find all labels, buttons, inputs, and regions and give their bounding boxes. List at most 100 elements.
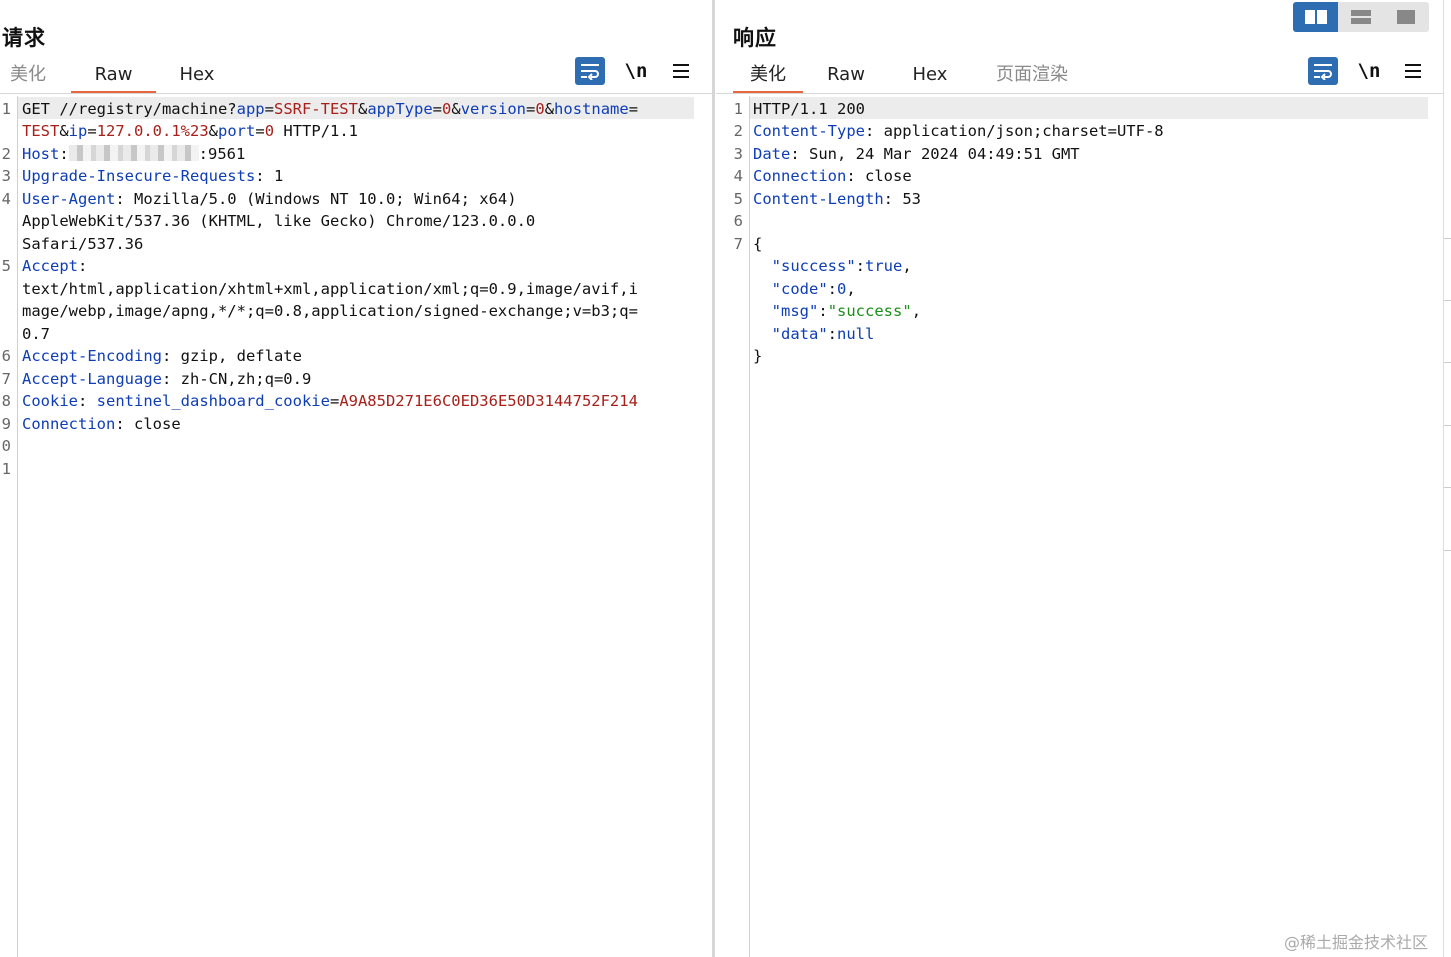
pane-divider[interactable] <box>712 0 715 957</box>
tab-render[interactable]: 页面渲染 <box>989 62 1075 94</box>
line-number: 5 <box>1 257 11 275</box>
split-horizontal-icon <box>1304 10 1327 24</box>
code-line: TEST&ip=127.0.0.1%23&port=0 HTTP/1.1 <box>22 120 692 143</box>
tab-underline <box>0 93 712 94</box>
code-token: mage/webp,image/apng,*/*;q=0.8,applicati… <box>22 302 638 320</box>
code-token: , <box>846 279 856 298</box>
code-token: "success" <box>827 302 912 320</box>
code-token: : Mozilla/5.0 (Windows NT 10.0; Win64; x… <box>115 189 517 208</box>
code-token: "data" <box>771 324 828 343</box>
code-token: , <box>911 302 922 320</box>
menu-button[interactable] <box>1398 57 1428 85</box>
line-number: 1 <box>1 99 11 118</box>
code-token: & <box>357 99 368 118</box>
code-token: 0.7 <box>22 324 50 343</box>
code-token: = <box>255 122 265 140</box>
code-token: = <box>264 99 274 118</box>
wrap-lines-icon <box>581 64 599 80</box>
split-vertical-button[interactable] <box>1338 2 1383 32</box>
code-token: : <box>59 144 69 163</box>
code-line: Accept-Encoding: gzip, deflate <box>22 345 692 368</box>
line-number: 3 <box>733 144 743 163</box>
split-horizontal-button[interactable] <box>1293 2 1339 32</box>
code-line: Date: Sun, 24 Mar 2024 04:49:51 GMT <box>753 143 1433 166</box>
code-line: { <box>753 233 1433 256</box>
code-line: "data":null <box>753 323 1433 346</box>
code-token: "success" <box>771 257 856 275</box>
single-pane-icon <box>1397 10 1416 24</box>
code-token: text/html,application/xhtml+xml,applicat… <box>22 279 638 298</box>
code-token: null <box>837 324 875 343</box>
response-editor[interactable]: 1 HTTP/1.1 200 2 Content-Type: application/… <box>716 96 1444 957</box>
request-editor[interactable]: 1 GET //registry/machine?app=SSRF-TEST&ap… <box>0 96 712 957</box>
single-pane-button[interactable] <box>1384 2 1429 32</box>
code-token: 0 <box>442 99 452 118</box>
code-token: AppleWebKit/537.36 (KHTML, like Gecko) C… <box>22 212 536 230</box>
watermark: @稀土掘金技术社区 <box>1284 933 1429 952</box>
hamburger-menu-icon <box>1405 64 1421 78</box>
line-number: 5 <box>733 189 743 208</box>
code-token: : <box>78 257 88 275</box>
code-token: port <box>218 122 256 140</box>
code-token: sentinel_dashboard_cookie <box>96 392 330 410</box>
wrap-lines-button[interactable] <box>1308 57 1338 85</box>
code-token: : close <box>846 167 912 185</box>
split-vertical-icon <box>1350 10 1371 24</box>
wrap-lines-icon <box>1314 64 1332 80</box>
code-token: Content-Length <box>753 189 884 208</box>
show-newlines-button[interactable]: \n <box>621 57 651 85</box>
code-token: version <box>460 99 527 118</box>
request-title: 请求 <box>2 26 46 50</box>
code-token: HTTP/1.1 <box>274 122 359 140</box>
code-line: Cookie: sentinel_dashboard_cookie=A9A85D… <box>22 390 692 413</box>
code-line: text/html,application/xhtml+xml,applicat… <box>22 278 692 301</box>
code-token: : Sun, 24 Mar 2024 04:49:51 GMT <box>790 144 1080 163</box>
redacted-host <box>68 144 199 161</box>
tab-hex[interactable]: Hex <box>907 62 953 94</box>
code-token: ip <box>68 122 88 140</box>
line-number: 0 <box>1 437 11 455</box>
code-token: = <box>432 99 442 118</box>
menu-button[interactable] <box>666 57 696 85</box>
line-number: 8 <box>1 392 11 410</box>
code-token: "msg" <box>771 302 819 320</box>
code-token: User-Agent <box>22 189 116 208</box>
code-token: true <box>865 257 903 275</box>
line-number: 7 <box>1 369 11 388</box>
code-token: Upgrade-Insecure-Requests <box>22 167 256 185</box>
tab-hex[interactable]: Hex <box>174 62 220 94</box>
wrap-lines-button[interactable] <box>575 57 605 85</box>
code-line: Safari/537.36 <box>22 233 692 256</box>
code-token: : application/json;charset=UTF-8 <box>864 122 1164 140</box>
code-token: & <box>544 99 555 118</box>
code-token: 0 <box>264 122 275 140</box>
code-token: app <box>236 99 265 118</box>
code-token: : <box>827 279 838 298</box>
code-token: : gzip, deflate <box>161 347 302 365</box>
code-token: Accept <box>22 257 78 275</box>
show-newlines-button[interactable]: \n <box>1354 57 1384 85</box>
code-token: hostname <box>554 99 629 118</box>
tab-raw[interactable]: Raw <box>71 62 156 94</box>
right-scrollbar-strip[interactable] <box>1443 0 1451 957</box>
line-number: 1 <box>1 459 11 478</box>
code-token: & <box>208 122 219 140</box>
line-number: 1 <box>733 99 743 118</box>
tab-pretty[interactable]: 美化 <box>733 62 803 94</box>
code-line: mage/webp,image/apng,*/*;q=0.8,applicati… <box>22 300 692 323</box>
line-number: 2 <box>733 122 743 140</box>
tab-pretty[interactable]: 美化 <box>8 62 48 94</box>
code-line: AppleWebKit/537.36 (KHTML, like Gecko) C… <box>22 210 692 233</box>
response-pane: 响应 美化 Raw Hex 页面渲染 \n 1 HTTP/1.1 200 2 Cont… <box>716 0 1444 957</box>
line-number: 6 <box>1 347 11 365</box>
code-line: } <box>753 345 1433 368</box>
tab-raw[interactable]: Raw <box>823 62 869 94</box>
layout-switcher <box>1293 2 1429 32</box>
code-line: Connection: close <box>753 165 1433 188</box>
code-token: GET //registry/machine? <box>22 99 237 118</box>
code-token: : <box>78 392 97 410</box>
code-token: Safari/537.36 <box>22 234 144 253</box>
code-token: : <box>818 302 828 320</box>
code-token: "code" <box>771 279 828 298</box>
code-line: Accept: <box>22 255 692 278</box>
